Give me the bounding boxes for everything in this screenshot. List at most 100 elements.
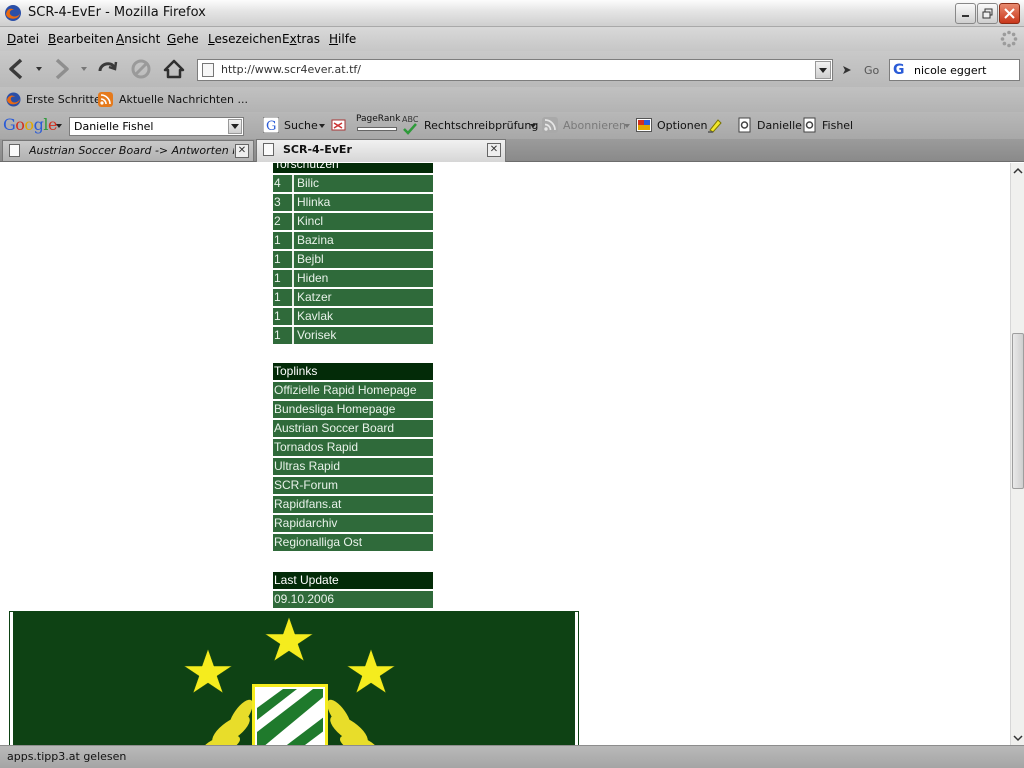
rss-feed-icon (98, 92, 113, 107)
toplink-rapidarchiv[interactable]: Rapidarchiv (273, 515, 433, 532)
tab-scr-4-ever[interactable]: SCR-4-EvEr ✕ (256, 139, 506, 162)
back-history-dropdown-icon[interactable] (36, 67, 42, 71)
reload-icon (98, 61, 118, 72)
search-term-danielle[interactable]: Danielle (757, 119, 802, 132)
menu-extras[interactable]: Extras (282, 32, 320, 46)
status-bar: apps.tipp3.at gelesen (0, 745, 1024, 768)
google-search-history-dropdown[interactable] (228, 119, 242, 134)
options-icon[interactable] (636, 117, 652, 133)
home-button[interactable] (161, 56, 187, 82)
minimize-icon (962, 15, 969, 17)
scorers-header: Torschützen (273, 163, 433, 173)
go-arrow-icon[interactable] (842, 65, 852, 75)
toplink-rapidfans[interactable]: Rapidfans.at (273, 496, 433, 513)
back-button[interactable] (4, 56, 30, 82)
star-icon (264, 616, 314, 662)
tab-austrian-soccer-board[interactable]: Austrian Soccer Board -> Antworten in ..… (2, 140, 254, 161)
minimize-button[interactable] (955, 3, 976, 24)
tab-bar: Austrian Soccer Board -> Antworten in ..… (0, 139, 1024, 162)
menu-ansicht[interactable]: Ansicht (116, 32, 160, 46)
restore-button[interactable] (977, 3, 998, 24)
chevron-down-icon (819, 67, 827, 73)
abonnieren-dropdown-icon[interactable] (624, 124, 630, 128)
page-scrollbar[interactable] (1010, 163, 1024, 745)
page-icon (202, 63, 214, 77)
menu-hilfe[interactable]: Hilfe (329, 32, 356, 46)
scorer-row: 1 Hiden (273, 270, 433, 287)
rechtschreibpruefung-button[interactable]: Rechtschreibprüfung (424, 119, 538, 132)
scorer-row: 4 Bilic (273, 175, 433, 192)
tab-label: Austrian Soccer Board -> Antworten in ..… (29, 144, 234, 157)
spellcheck-checkmark-icon[interactable] (403, 123, 417, 135)
scorer-row: 1 Katzer (273, 289, 433, 306)
go-button[interactable]: Go (864, 64, 879, 77)
url-history-dropdown[interactable] (815, 61, 831, 79)
toplinks-box: Toplinks Offizielle Rapid Homepage Bunde… (273, 363, 433, 553)
pagerank-bar (357, 127, 397, 131)
google-search-engine-icon[interactable]: G (893, 62, 911, 78)
reload-button[interactable] (94, 56, 120, 82)
search-bar[interactable]: G nicole eggert (889, 59, 1020, 81)
throbber-icon (1000, 30, 1018, 48)
menu-bearbeiten[interactable]: Bearbeiten (48, 32, 114, 46)
tab-close-button[interactable]: ✕ (235, 144, 249, 158)
suche-button[interactable]: Suche (284, 119, 318, 132)
spellcheck-dropdown-icon[interactable] (530, 124, 536, 128)
toplink-regionalliga-ost[interactable]: Regionalliga Ost (273, 534, 433, 551)
search-input[interactable]: nicole eggert (914, 64, 986, 77)
menu-gehe[interactable]: Gehe (167, 32, 199, 46)
search-term-fishel-icon[interactable] (802, 117, 818, 133)
menu-bar: Datei Bearbeiten Ansicht Gehe Lesezeiche… (0, 27, 1024, 51)
toplink-ultras-rapid[interactable]: Ultras Rapid (273, 458, 433, 475)
window-title: SCR-4-EvEr - Mozilla Firefox (28, 5, 206, 20)
scrollbar-thumb[interactable] (1012, 333, 1024, 489)
search-term-fishel[interactable]: Fishel (822, 119, 853, 132)
url-bar[interactable]: http://www.scr4ever.at.tf/ (197, 59, 833, 81)
stop-icon (131, 59, 151, 79)
menu-lesezeichen[interactable]: Lesezeichen (208, 32, 282, 46)
last-update-box: Last Update 09.10.2006 (273, 572, 433, 610)
scorer-row: 3 Hlinka (273, 194, 433, 211)
toplink-offizielle-rapid-homepage[interactable]: Offizielle Rapid Homepage (273, 382, 433, 399)
google-search-field[interactable]: Danielle Fishel (69, 117, 244, 136)
toplinks-header: Toplinks (273, 363, 433, 380)
tab-close-button[interactable]: ✕ (487, 143, 501, 157)
menu-datei[interactable]: Datei (7, 32, 39, 46)
optionen-button[interactable]: Optionen (657, 119, 707, 132)
scroll-down-arrow-icon[interactable] (1013, 733, 1023, 743)
page-icon (9, 144, 20, 157)
google-search-icon[interactable]: G (263, 117, 279, 133)
forward-arrow-icon (55, 58, 69, 80)
scorers-box: Torschützen 4 Bilic 3 Hlinka 2 Kincl 1 Bazin… (273, 163, 433, 346)
scorer-row: 1 Kavlak (273, 308, 433, 325)
bookmark-erste-schritte[interactable]: Erste Schritte (26, 93, 101, 106)
scorer-row: 1 Bazina (273, 232, 433, 249)
google-toolbar: Google Danielle Fishel G Suche PageRank … (0, 112, 1024, 139)
google-logo[interactable]: Google (3, 115, 57, 134)
highlighter-icon[interactable] (707, 117, 723, 133)
google-menu-dropdown-icon[interactable] (56, 124, 62, 128)
suche-dropdown-icon[interactable] (319, 124, 325, 128)
forward-history-dropdown-icon[interactable] (81, 67, 87, 71)
svg-text:G: G (266, 119, 276, 133)
restore-icon (982, 8, 993, 19)
pagerank-label[interactable]: PageRank (356, 114, 400, 124)
close-window-button[interactable] (999, 3, 1020, 24)
forward-button[interactable] (48, 56, 74, 82)
toplink-tornados-rapid[interactable]: Tornados Rapid (273, 439, 433, 456)
popup-blocker-icon[interactable] (331, 117, 347, 133)
scorer-row: 1 Bejbl (273, 251, 433, 268)
google-search-input[interactable]: Danielle Fishel (74, 120, 154, 133)
close-icon (1004, 8, 1015, 19)
stop-button[interactable] (128, 56, 154, 82)
abonnieren-button[interactable]: Abonnieren (563, 119, 626, 132)
toplink-austrian-soccer-board[interactable]: Austrian Soccer Board (273, 420, 433, 437)
navigation-toolbar: http://www.scr4ever.at.tf/ Go G nicole e… (0, 51, 1024, 87)
toplink-bundesliga-homepage[interactable]: Bundesliga Homepage (273, 401, 433, 418)
bookmark-aktuelle-nachrichten[interactable]: Aktuelle Nachrichten ... (119, 93, 248, 106)
scroll-up-arrow-icon[interactable] (1013, 166, 1023, 176)
toplink-scr-forum[interactable]: SCR-Forum (273, 477, 433, 494)
status-text: apps.tipp3.at gelesen (7, 750, 127, 763)
url-text[interactable]: http://www.scr4ever.at.tf/ (221, 63, 361, 76)
search-term-danielle-icon[interactable] (737, 117, 753, 133)
